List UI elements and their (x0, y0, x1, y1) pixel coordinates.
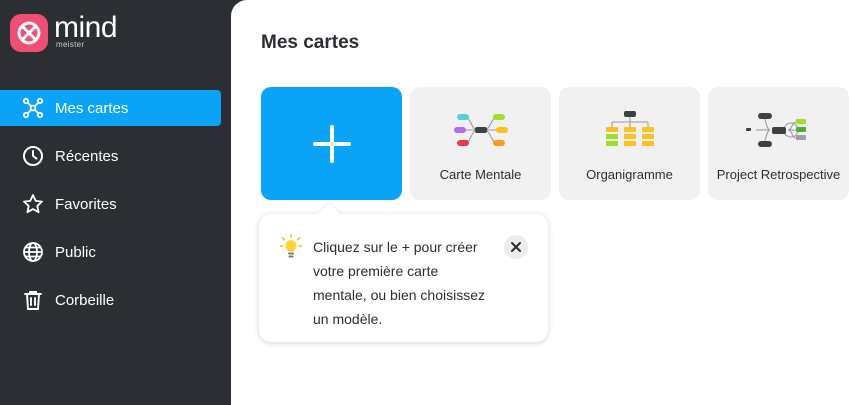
orgchart-template-icon (559, 105, 700, 155)
sidebar-nav: Mes cartes Récentes Favorites Public Cor… (0, 90, 232, 330)
close-icon (511, 242, 521, 252)
globe-icon (22, 241, 44, 263)
sidebar: mind meister Mes cartes Récentes Favorit… (0, 0, 232, 405)
sidebar-item-label: Public (55, 243, 96, 261)
template-label: Organigramme (586, 167, 673, 182)
star-icon (22, 193, 44, 215)
sidebar-item-corbeille[interactable]: Corbeille (0, 282, 232, 318)
sidebar-item-label: Favorites (55, 195, 117, 213)
logo[interactable]: mind meister (10, 11, 118, 52)
template-label: Project Retrospective (716, 167, 841, 182)
mindmap-icon (22, 97, 44, 119)
sidebar-item-favorites[interactable]: Favorites (0, 186, 232, 222)
template-card-organigramme[interactable]: Organigramme (559, 87, 700, 200)
card-row: Carte Mentale Organigramme Project Retro… (261, 87, 854, 200)
retrospective-template-icon (708, 105, 849, 155)
clock-icon (22, 145, 44, 167)
close-tooltip-button[interactable] (504, 235, 528, 259)
template-card-carte-mentale[interactable]: Carte Mentale (410, 87, 551, 200)
plus-icon (312, 124, 351, 163)
mindmeister-logo-icon (10, 14, 48, 52)
template-card-project-retrospective[interactable]: Project Retrospective (708, 87, 849, 200)
app-window: mind meister Mes cartes Récentes Favorit… (0, 0, 854, 405)
sidebar-item-public[interactable]: Public (0, 234, 232, 270)
sidebar-item-recentes[interactable]: Récentes (0, 138, 232, 174)
sidebar-item-label: Corbeille (55, 291, 115, 309)
lightbulb-icon (279, 233, 303, 260)
mindmap-template-icon (410, 105, 551, 155)
main-panel: Mes cartes Carte Mentale Organigramme Pr… (231, 0, 854, 405)
onboarding-tooltip: Cliquez sur le + pour créer votre premiè… (259, 202, 548, 342)
page-title: Mes cartes (261, 32, 360, 53)
trash-icon (22, 289, 44, 311)
new-map-button[interactable] (261, 87, 402, 200)
sidebar-item-label: Mes cartes (55, 99, 129, 117)
tooltip-arrow (317, 202, 341, 226)
template-label: Carte Mentale (439, 167, 522, 182)
tooltip-text: Cliquez sur le + pour créer votre premiè… (313, 239, 485, 327)
sidebar-item-mes-cartes[interactable]: Mes cartes (0, 90, 221, 126)
sidebar-item-label: Récentes (55, 147, 119, 165)
